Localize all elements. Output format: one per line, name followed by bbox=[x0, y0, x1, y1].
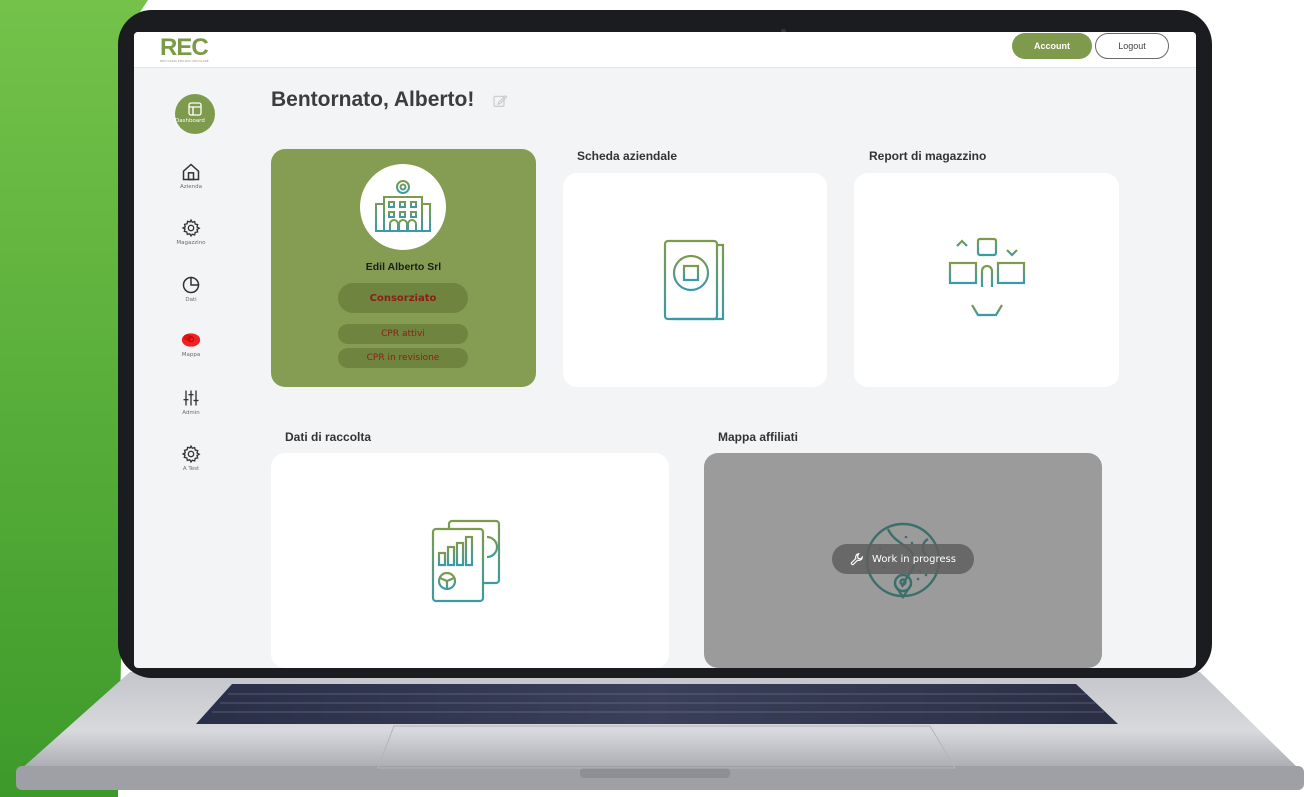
sidebar-item-label: Admin bbox=[182, 410, 200, 416]
gear-icon bbox=[181, 444, 201, 464]
pie-chart-icon bbox=[182, 276, 200, 294]
company-avatar bbox=[360, 164, 446, 250]
work-in-progress-badge: Work in progress bbox=[832, 544, 974, 574]
logout-button[interactable]: Logout bbox=[1095, 33, 1169, 59]
section-title-dati: Dati di raccolta bbox=[285, 430, 372, 444]
sidebar-item-mappa[interactable]: Mappa bbox=[168, 330, 214, 358]
report-magazzino-card[interactable] bbox=[854, 173, 1119, 387]
scheda-aziendale-card[interactable] bbox=[563, 173, 827, 387]
sidebar bbox=[134, 69, 226, 668]
app-screen: REC RECYCLING EDILIZIA CIRCOLARE Account… bbox=[134, 32, 1196, 668]
sidebar-item-magazzino[interactable]: Magazzino bbox=[168, 218, 214, 246]
logo-text: REC bbox=[160, 34, 209, 61]
section-title-scheda: Scheda aziendale bbox=[577, 149, 678, 163]
account-button[interactable]: Account bbox=[1012, 33, 1092, 59]
edit-icon[interactable] bbox=[492, 93, 508, 109]
building-icon bbox=[374, 180, 432, 233]
sidebar-item-a-test[interactable]: A Test bbox=[168, 444, 214, 472]
sliders-icon bbox=[183, 390, 199, 406]
company-name: Edil Alberto Srl bbox=[365, 261, 442, 273]
dashboard-icon bbox=[188, 102, 202, 116]
status-badge[interactable]: Consorziato bbox=[338, 283, 468, 313]
mappa-affiliati-card: Work in progress bbox=[704, 453, 1102, 668]
sidebar-item-dati[interactable]: Dati bbox=[168, 275, 214, 303]
sidebar-item-label: Dati bbox=[185, 297, 197, 303]
cpr-attivi-button[interactable]: CPR attivi bbox=[338, 324, 468, 344]
app-logo[interactable]: REC RECYCLING EDILIZIA CIRCOLARE bbox=[160, 34, 220, 64]
sidebar-item-label: Azienda bbox=[180, 184, 202, 190]
sidebar-item-admin[interactable]: Admin bbox=[168, 388, 214, 416]
sidebar-item-label: Mappa bbox=[181, 352, 201, 358]
app-header: REC RECYCLING EDILIZIA CIRCOLARE Account… bbox=[134, 32, 1196, 68]
page-title: Bentornato, Alberto! bbox=[271, 88, 475, 111]
warehouse-balance-icon bbox=[946, 237, 1028, 317]
company-card: Edil Alberto Srl Consorziato CPR attivi … bbox=[271, 149, 536, 387]
sidebar-item-label: A Test bbox=[182, 466, 200, 472]
home-icon bbox=[182, 163, 200, 181]
section-title-mappa: Mappa affiliati bbox=[718, 430, 799, 444]
dati-raccolta-card[interactable] bbox=[271, 453, 669, 668]
wrench-icon bbox=[850, 553, 864, 566]
gear-icon bbox=[181, 218, 201, 238]
sidebar-item-label: Magazzino bbox=[176, 240, 206, 246]
sidebar-item-label: Dashboard bbox=[175, 118, 205, 124]
map-icon bbox=[181, 333, 201, 347]
sidebar-item-azienda[interactable]: Azienda bbox=[168, 162, 214, 190]
work-in-progress-label: Work in progress bbox=[872, 553, 956, 565]
logo-subtitle: RECYCLING EDILIZIA CIRCOLARE bbox=[160, 59, 209, 63]
data-report-icon bbox=[431, 519, 501, 603]
cpr-revisione-button[interactable]: CPR in revisione bbox=[338, 348, 468, 368]
company-report-icon bbox=[663, 239, 725, 321]
sidebar-item-dashboard[interactable]: Dashboard bbox=[175, 94, 215, 134]
section-title-report: Report di magazzino bbox=[869, 149, 987, 163]
